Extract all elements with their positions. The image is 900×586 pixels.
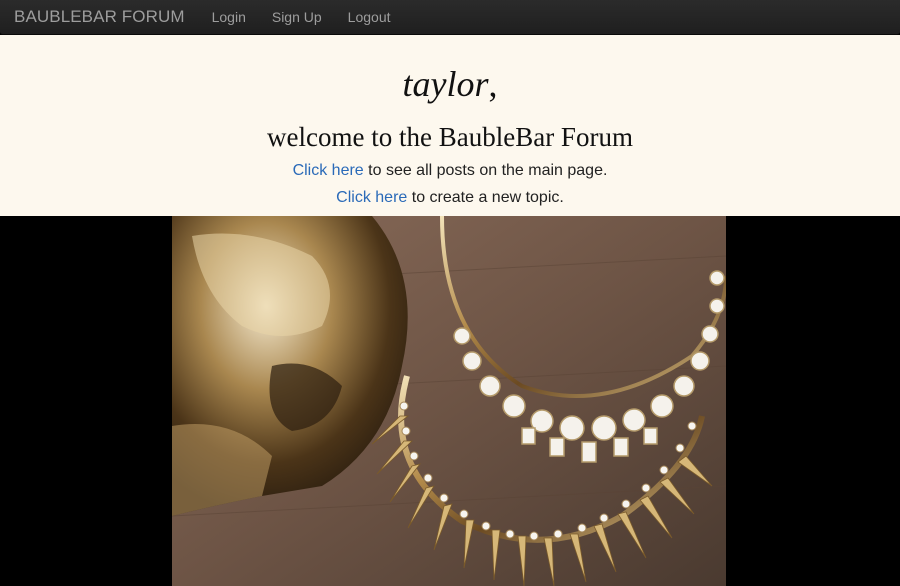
nav-logout-link[interactable]: Logout	[341, 9, 398, 25]
new-topic-text: to create a new topic.	[407, 189, 564, 206]
new-topic-line: Click here to create a new topic.	[0, 188, 900, 208]
nav-login-link[interactable]: Login	[205, 9, 253, 25]
new-topic-link[interactable]: Click here	[336, 189, 407, 206]
username-comma: ,	[488, 64, 498, 104]
jewelry-photo	[172, 216, 726, 586]
main-page-link[interactable]: Click here	[293, 162, 364, 179]
jewelry-photo-icon	[172, 216, 726, 586]
top-navbar: BAUBLEBAR FORUM Login Sign Up Logout	[0, 0, 900, 35]
username: taylor	[402, 64, 489, 104]
welcome-title: welcome to the BaubleBar Forum	[267, 122, 633, 152]
main-page-text: to see all posts on the main page.	[363, 162, 608, 179]
nav-signup-link[interactable]: Sign Up	[265, 9, 329, 25]
username-heading: taylor,	[0, 64, 900, 104]
main-page-line: Click here to see all posts on the main …	[0, 161, 900, 181]
welcome-banner: taylor, welcome to the BaubleBar Forum C…	[0, 35, 900, 216]
brand-link[interactable]: BAUBLEBAR FORUM	[14, 7, 185, 27]
